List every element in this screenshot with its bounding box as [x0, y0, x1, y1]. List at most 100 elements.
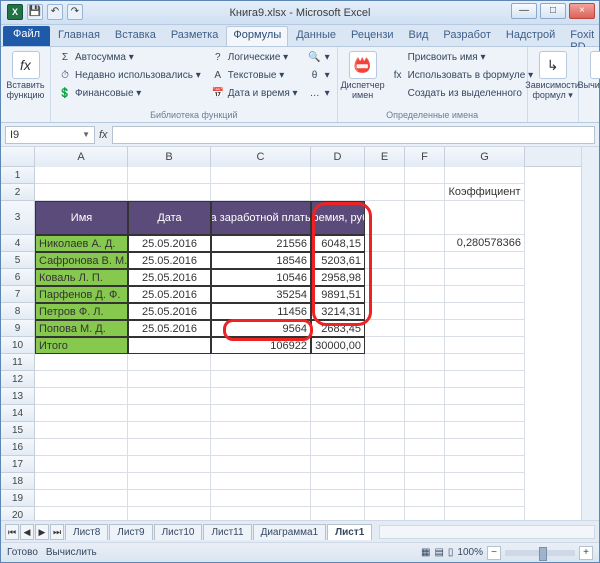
cell-C16[interactable] [211, 439, 311, 456]
tab-review[interactable]: Рецензи [344, 26, 401, 46]
row-header-3[interactable]: 3 [1, 201, 35, 235]
sheet-tab[interactable]: Лист10 [154, 524, 203, 540]
cell-E9[interactable] [365, 320, 405, 337]
cell-B20[interactable] [128, 507, 211, 520]
worksheet[interactable]: ABCDEFG 12345678910111213141516171819202… [1, 147, 599, 520]
qat-redo-button[interactable]: ↷ [67, 4, 83, 20]
more-button[interactable]: …▾ [305, 85, 333, 102]
cell-C12[interactable] [211, 371, 311, 388]
cell-G8[interactable] [445, 303, 525, 320]
cell-A9[interactable]: Попова М. Д. [35, 320, 128, 337]
lookup-button[interactable]: 🔍▾ [305, 49, 333, 66]
cell-B13[interactable] [128, 388, 211, 405]
cell-G7[interactable] [445, 286, 525, 303]
view-normal-icon[interactable]: ▦ [421, 547, 430, 558]
cell-E14[interactable] [365, 405, 405, 422]
cell-G4[interactable]: 0,280578366 [445, 235, 525, 252]
cell-F19[interactable] [405, 490, 445, 507]
cell-E20[interactable] [365, 507, 405, 520]
cell-C4[interactable]: 21556 [211, 235, 311, 252]
cells-area[interactable]: КоэффициентИмяДатаСумма заработной платы… [35, 167, 581, 520]
cell-D13[interactable] [311, 388, 365, 405]
tab-foxit[interactable]: Foxit PD [563, 26, 600, 46]
cell-B12[interactable] [128, 371, 211, 388]
cell-A3[interactable]: Имя [35, 201, 128, 235]
name-box[interactable]: I9 ▼ [5, 126, 95, 144]
calculation-button[interactable]: 🖩 Вычисление ▾ [583, 49, 600, 120]
cell-F8[interactable] [405, 303, 445, 320]
tab-addins[interactable]: Надстрой [499, 26, 562, 46]
cell-F9[interactable] [405, 320, 445, 337]
cell-A7[interactable]: Парфенов Д. Ф. [35, 286, 128, 303]
cell-G3[interactable] [445, 201, 525, 235]
cell-A2[interactable] [35, 184, 128, 201]
cell-E16[interactable] [365, 439, 405, 456]
sheet-tab[interactable]: Лист1 [327, 524, 372, 540]
row-header-9[interactable]: 9 [1, 320, 35, 337]
cell-D14[interactable] [311, 405, 365, 422]
cell-G2[interactable]: Коэффициент [445, 184, 525, 201]
row-header-8[interactable]: 8 [1, 303, 35, 320]
zoom-out-button[interactable]: − [487, 546, 501, 560]
cell-G15[interactable] [445, 422, 525, 439]
cell-F1[interactable] [405, 167, 445, 184]
row-header-5[interactable]: 5 [1, 252, 35, 269]
cell-F7[interactable] [405, 286, 445, 303]
tab-file[interactable]: Файл [3, 26, 50, 46]
row-header-6[interactable]: 6 [1, 269, 35, 286]
cell-G13[interactable] [445, 388, 525, 405]
cell-D8[interactable]: 3214,31 [311, 303, 365, 320]
cell-A5[interactable]: Сафронова В. М. [35, 252, 128, 269]
cell-B1[interactable] [128, 167, 211, 184]
cell-D20[interactable] [311, 507, 365, 520]
col-header-F[interactable]: F [405, 147, 445, 167]
cell-F6[interactable] [405, 269, 445, 286]
cell-C8[interactable]: 11456 [211, 303, 311, 320]
cell-A13[interactable] [35, 388, 128, 405]
cell-C9[interactable]: 9564 [211, 320, 311, 337]
qat-undo-button[interactable]: ↶ [47, 4, 63, 20]
tab-layout[interactable]: Разметка [164, 26, 226, 46]
cell-D17[interactable] [311, 456, 365, 473]
cell-F11[interactable] [405, 354, 445, 371]
tab-view[interactable]: Вид [402, 26, 436, 46]
col-header-B[interactable]: B [128, 147, 211, 167]
cell-C13[interactable] [211, 388, 311, 405]
tab-nav-first[interactable]: ⏮ [5, 524, 19, 540]
cell-D9[interactable]: 2683,45 [311, 320, 365, 337]
cell-F20[interactable] [405, 507, 445, 520]
cell-F3[interactable] [405, 201, 445, 235]
zoom-in-button[interactable]: + [579, 546, 593, 560]
cell-G16[interactable] [445, 439, 525, 456]
cell-F12[interactable] [405, 371, 445, 388]
select-all-corner[interactable] [1, 147, 35, 167]
autosum-button[interactable]: ΣАвтосумма ▾ [55, 49, 204, 66]
tab-formulas[interactable]: Формулы [226, 26, 288, 46]
tab-nav-prev[interactable]: ◀ [20, 524, 34, 540]
cell-G9[interactable] [445, 320, 525, 337]
cell-E7[interactable] [365, 286, 405, 303]
cell-C11[interactable] [211, 354, 311, 371]
sheet-tab[interactable]: Лист8 [65, 524, 108, 540]
row-header-1[interactable]: 1 [1, 167, 35, 184]
cell-C14[interactable] [211, 405, 311, 422]
cell-G18[interactable] [445, 473, 525, 490]
cell-C1[interactable] [211, 167, 311, 184]
row-header-14[interactable]: 14 [1, 405, 35, 422]
cell-A20[interactable] [35, 507, 128, 520]
zoom-level[interactable]: 100% [457, 547, 483, 558]
row-header-16[interactable]: 16 [1, 439, 35, 456]
sheet-tab[interactable]: Лист11 [203, 524, 251, 540]
cell-F10[interactable] [405, 337, 445, 354]
cell-D2[interactable] [311, 184, 365, 201]
cell-D16[interactable] [311, 439, 365, 456]
cell-A10[interactable]: Итого [35, 337, 128, 354]
cell-A11[interactable] [35, 354, 128, 371]
cell-F15[interactable] [405, 422, 445, 439]
tab-data[interactable]: Данные [289, 26, 343, 46]
cell-E12[interactable] [365, 371, 405, 388]
cell-E5[interactable] [365, 252, 405, 269]
cell-C3[interactable]: Сумма заработной платы, руб. [211, 201, 311, 235]
cell-C17[interactable] [211, 456, 311, 473]
cell-B8[interactable]: 25.05.2016 [128, 303, 211, 320]
